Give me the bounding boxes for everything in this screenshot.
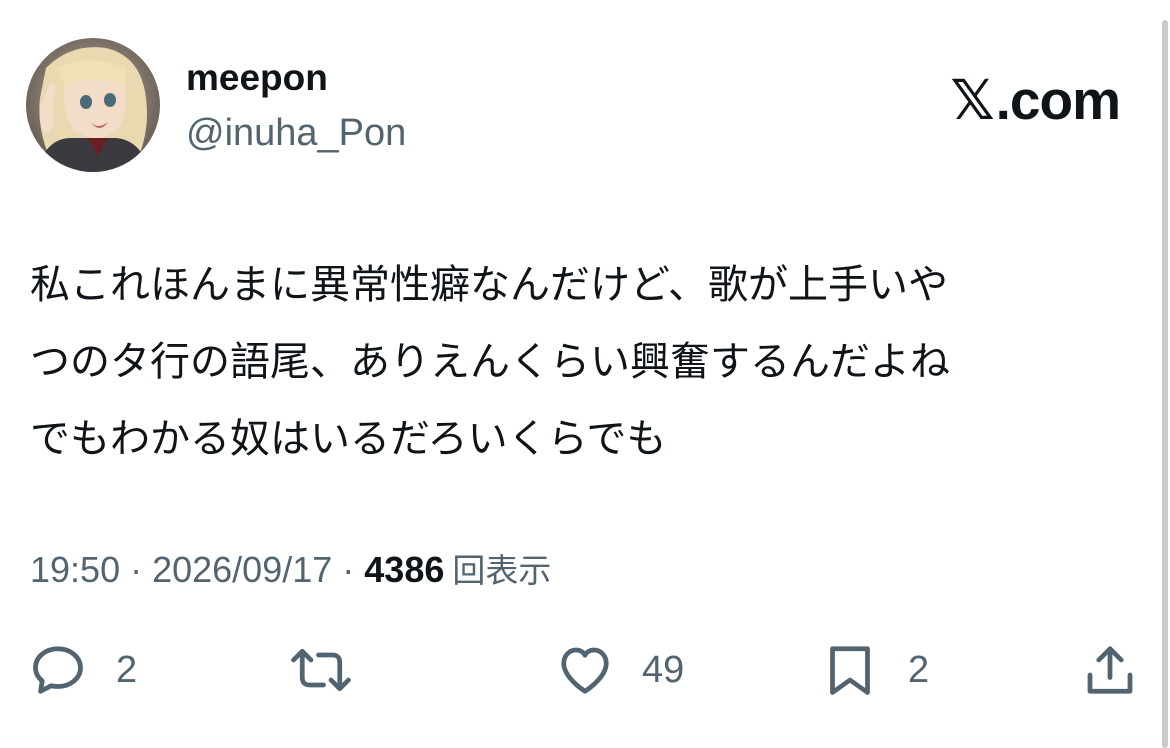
x-logo-icon: 𝕏 [950,68,994,132]
heart-icon [561,647,609,694]
user-handle[interactable]: @inuha_Pon [186,107,406,159]
anime-girl-avatar-icon [26,38,160,172]
tweet-time[interactable]: 19:50 [30,545,120,595]
reply-count: 2 [116,649,138,691]
brand-domain: .com [995,69,1121,131]
tweet-line: 私これほんまに異常性癖なんだけど、歌が上手いや [30,262,948,308]
meta-separator: · [130,549,143,590]
meta-separator: · [342,549,355,590]
bookmark-count: 2 [908,649,930,691]
reply-button[interactable]: 2 [28,640,137,700]
avatar[interactable] [26,38,160,172]
tweet-date[interactable]: 2026/09/17 [152,545,332,595]
retweet-icon [291,648,351,692]
bookmark-button[interactable]: 2 [820,640,929,700]
tweet-meta: 19:50 · 2026/09/17 · 4386 回表示 [30,545,551,596]
share-icon [1087,646,1133,694]
bookmark-icon [830,646,870,695]
retweet-button[interactable] [288,640,384,700]
share-button[interactable] [1080,640,1140,700]
like-count: 49 [642,649,685,691]
scrollbar[interactable] [1162,20,1168,748]
view-count: 4386 [364,549,445,590]
reply-icon [33,646,83,694]
x-com-logo: 𝕏 .com [950,68,1121,132]
tweet-line: でもわかる奴はいるだろいくらでも [30,416,667,462]
like-button[interactable]: 49 [554,640,684,700]
tweet-text: 私これほんまに異常性癖なんだけど、歌が上手いや つのタ行の語尾、ありえんくらい興… [30,247,1140,478]
view-label: 回表示 [452,551,552,590]
display-name[interactable]: meepon [186,52,328,104]
tweet-line: つのタ行の語尾、ありえんくらい興奮するんだよね [30,339,950,385]
